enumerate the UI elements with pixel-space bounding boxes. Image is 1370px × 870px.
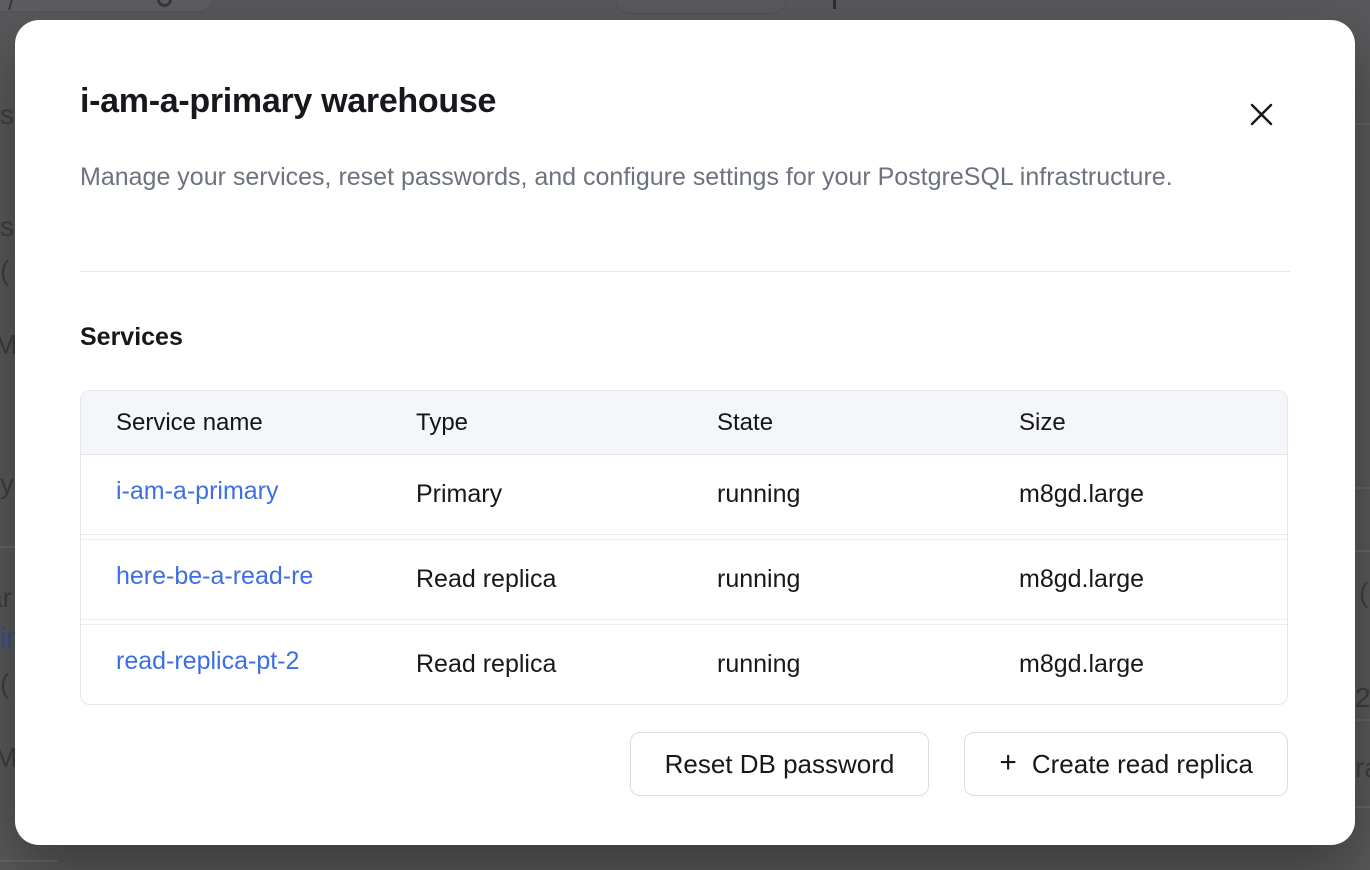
background-divider bbox=[1355, 487, 1370, 489]
service-type: Read replica bbox=[381, 565, 682, 594]
background-text-fragment: ar bbox=[0, 584, 12, 612]
background-tab bbox=[0, 0, 214, 12]
column-header-type: Type bbox=[381, 409, 682, 437]
close-icon bbox=[1250, 103, 1273, 126]
background-divider bbox=[1355, 719, 1370, 721]
background-divider bbox=[1355, 550, 1370, 552]
service-state: running bbox=[682, 565, 984, 594]
column-header-size: Size bbox=[984, 409, 1287, 437]
service-size: m8gd.large bbox=[984, 480, 1287, 509]
background-divider bbox=[1355, 806, 1370, 808]
background-text-fragment: s bbox=[0, 213, 14, 241]
service-type: Primary bbox=[381, 480, 682, 509]
background-pill bbox=[615, 0, 787, 14]
background-text-fragment: 2) bbox=[1355, 684, 1370, 712]
table-row: here-be-a-read-re Read replica running m… bbox=[81, 540, 1287, 619]
background-text-fragment: ra bbox=[1355, 754, 1370, 782]
divider bbox=[80, 271, 1290, 272]
service-link[interactable]: here-be-a-read-re bbox=[116, 562, 313, 591]
create-read-replica-button[interactable]: + Create read replica bbox=[964, 732, 1288, 796]
modal-actions: Reset DB password + Create read replica bbox=[630, 732, 1288, 796]
service-type: Read replica bbox=[381, 650, 682, 679]
table-header-row: Service name Type State Size bbox=[81, 391, 1287, 455]
table-row: i-am-a-primary Primary running m8gd.larg… bbox=[81, 455, 1287, 534]
service-link[interactable]: read-replica-pt-2 bbox=[116, 647, 299, 676]
column-header-service-name: Service name bbox=[81, 409, 381, 437]
create-read-replica-label: Create read replica bbox=[1032, 749, 1253, 780]
background-divider bbox=[0, 546, 16, 548]
column-header-state: State bbox=[682, 409, 984, 437]
service-link[interactable]: i-am-a-primary bbox=[116, 477, 279, 506]
service-state: running bbox=[682, 480, 984, 509]
service-state: running bbox=[682, 650, 984, 679]
background-text-fragment: ( bbox=[0, 257, 9, 285]
background-slash-glyph: / bbox=[8, 0, 15, 17]
background-text-fragment: ( bbox=[1359, 579, 1368, 607]
plus-icon: + bbox=[999, 748, 1017, 778]
table-row: read-replica-pt-2 Read replica running m… bbox=[81, 625, 1287, 704]
background-caret bbox=[833, 0, 836, 9]
close-button[interactable] bbox=[1239, 92, 1283, 136]
services-section-title: Services bbox=[80, 323, 183, 352]
services-table: Service name Type State Size i-am-a-prim… bbox=[80, 390, 1288, 705]
background-divider bbox=[0, 860, 58, 862]
modal-description: Manage your services, reset passwords, a… bbox=[80, 156, 1230, 199]
reset-db-password-button[interactable]: Reset DB password bbox=[630, 732, 930, 796]
service-size: m8gd.large bbox=[984, 565, 1287, 594]
modal-title: i-am-a-primary warehouse bbox=[80, 82, 496, 121]
background-text-fragment: y bbox=[0, 470, 14, 498]
warehouse-modal: i-am-a-primary warehouse Manage your ser… bbox=[15, 20, 1355, 845]
reset-db-password-label: Reset DB password bbox=[665, 749, 895, 780]
background-text-fragment: ( bbox=[0, 670, 9, 698]
background-divider bbox=[1355, 123, 1370, 125]
service-size: m8gd.large bbox=[984, 650, 1287, 679]
